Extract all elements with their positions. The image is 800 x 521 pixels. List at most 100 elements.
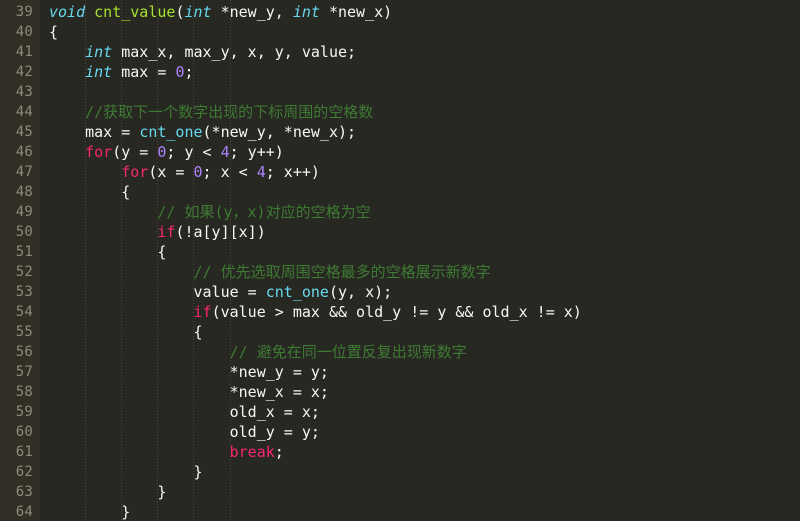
code-line[interactable]: void cnt_value(int *new_y, int *new_x) bbox=[40, 2, 800, 22]
line-number: 50 bbox=[15, 224, 33, 240]
token-plain: ; y++) bbox=[229, 143, 284, 161]
token-type: int bbox=[85, 43, 113, 61]
token-plain: *new_x) bbox=[319, 3, 393, 21]
token-plain: ; x < bbox=[202, 163, 257, 181]
line-number: 46 bbox=[15, 144, 33, 160]
line-number: 51 bbox=[15, 244, 33, 260]
token-plain: *new_x = x; bbox=[229, 383, 329, 401]
token-plain: (!a[y][x]) bbox=[175, 223, 266, 241]
code-line[interactable]: // 优先选取周围空格最多的空格展示新数字 bbox=[40, 262, 800, 282]
line-number: 45 bbox=[15, 124, 33, 140]
code-line[interactable]: *new_x = x; bbox=[40, 382, 800, 402]
code-line[interactable]: int max_x, max_y, x, y, value; bbox=[40, 42, 800, 62]
code-line[interactable]: // 如果(y，x)对应的空格为空 bbox=[40, 202, 800, 222]
token-plain: ; bbox=[274, 443, 284, 461]
code-line[interactable]: for(y = 0; y < 4; y++) bbox=[40, 142, 800, 162]
token-comment: // 避免在同一位置反复出现新数字 bbox=[229, 343, 467, 361]
token-call: cnt_one bbox=[139, 123, 203, 141]
line-number: 47 bbox=[15, 164, 33, 180]
code-line[interactable]: } bbox=[40, 482, 800, 502]
code-line[interactable]: } bbox=[40, 502, 800, 521]
line-number: 55 bbox=[15, 324, 33, 340]
line-number: 63 bbox=[15, 484, 33, 500]
token-punc: { bbox=[121, 183, 131, 201]
line-number: 56 bbox=[15, 344, 33, 360]
line-number: 49 bbox=[15, 204, 33, 220]
code-line[interactable]: { bbox=[40, 22, 800, 42]
token-func: cnt_value bbox=[94, 3, 176, 21]
code-line[interactable]: if(value > max && old_y != y && old_x !=… bbox=[40, 302, 800, 322]
token-comment: // 如果(y，x)对应的空格为空 bbox=[157, 203, 371, 221]
token-num: 0 bbox=[193, 163, 203, 181]
code-line[interactable]: old_y = y; bbox=[40, 422, 800, 442]
code-line[interactable]: //获取下一个数字出现的下标周围的空格数 bbox=[40, 102, 800, 122]
token-plain: (*new_y, *new_x); bbox=[202, 123, 357, 141]
token-type: void bbox=[49, 3, 86, 21]
token-plain: (x = bbox=[148, 163, 194, 181]
code-line[interactable]: } bbox=[40, 462, 800, 482]
line-number: 64 bbox=[15, 504, 33, 520]
code-line[interactable]: for(x = 0; x < 4; x++) bbox=[40, 162, 800, 182]
token-comment: //获取下一个数字出现的下标周围的空格数 bbox=[85, 103, 374, 121]
line-number: 43 bbox=[15, 84, 33, 100]
line-number: 60 bbox=[15, 424, 33, 440]
token-plain: old_x = x; bbox=[229, 403, 320, 421]
token-keyword: for bbox=[121, 163, 149, 181]
line-number: 53 bbox=[15, 284, 33, 300]
token-punc: { bbox=[49, 23, 59, 41]
token-keyword: break bbox=[229, 443, 275, 461]
token-plain: max = bbox=[112, 63, 176, 81]
line-number: 42 bbox=[15, 64, 33, 80]
code-line[interactable]: { bbox=[40, 182, 800, 202]
code-line[interactable]: old_x = x; bbox=[40, 402, 800, 422]
code-content-area[interactable]: void cnt_value(int *new_y, int *new_x){ … bbox=[40, 0, 800, 521]
code-line[interactable]: int max = 0; bbox=[40, 62, 800, 82]
token-plain: max_x, max_y, x, y, value; bbox=[112, 43, 357, 61]
code-line[interactable]: max = cnt_one(*new_y, *new_x); bbox=[40, 122, 800, 142]
token-keyword: if bbox=[193, 303, 212, 321]
code-line[interactable]: break; bbox=[40, 442, 800, 462]
line-number: 61 bbox=[15, 444, 33, 460]
token-call: cnt_one bbox=[265, 283, 329, 301]
token-plain: *new_y, bbox=[211, 3, 293, 21]
token-plain: ; bbox=[184, 63, 194, 81]
code-lines[interactable]: void cnt_value(int *new_y, int *new_x){ … bbox=[40, 2, 800, 521]
code-line[interactable]: value = cnt_one(y, x); bbox=[40, 282, 800, 302]
line-number: 44 bbox=[15, 104, 33, 120]
code-line[interactable]: { bbox=[40, 322, 800, 342]
token-keyword: if bbox=[157, 223, 176, 241]
line-number-gutter: 39 40 41 42 43 44 45 46 47 48 49 50 51 52 53 54 55 56 57 58… bbox=[0, 0, 40, 521]
token-punc: { bbox=[193, 323, 203, 341]
line-number: 59 bbox=[15, 404, 33, 420]
token-plain: (y = bbox=[112, 143, 158, 161]
code-line[interactable] bbox=[40, 82, 800, 102]
code-line[interactable]: *new_y = y; bbox=[40, 362, 800, 382]
code-line[interactable]: { bbox=[40, 242, 800, 262]
token-keyword: for bbox=[85, 143, 113, 161]
token-punc: } bbox=[121, 503, 131, 521]
line-number: 52 bbox=[15, 264, 33, 280]
code-line[interactable]: // 避免在同一位置反复出现新数字 bbox=[40, 342, 800, 362]
code-line[interactable]: if(!a[y][x]) bbox=[40, 222, 800, 242]
token-punc: } bbox=[157, 483, 167, 501]
code-editor[interactable]: 39 40 41 42 43 44 45 46 47 48 49 50 51 52 53 54 55 56 57 58… bbox=[0, 0, 800, 521]
